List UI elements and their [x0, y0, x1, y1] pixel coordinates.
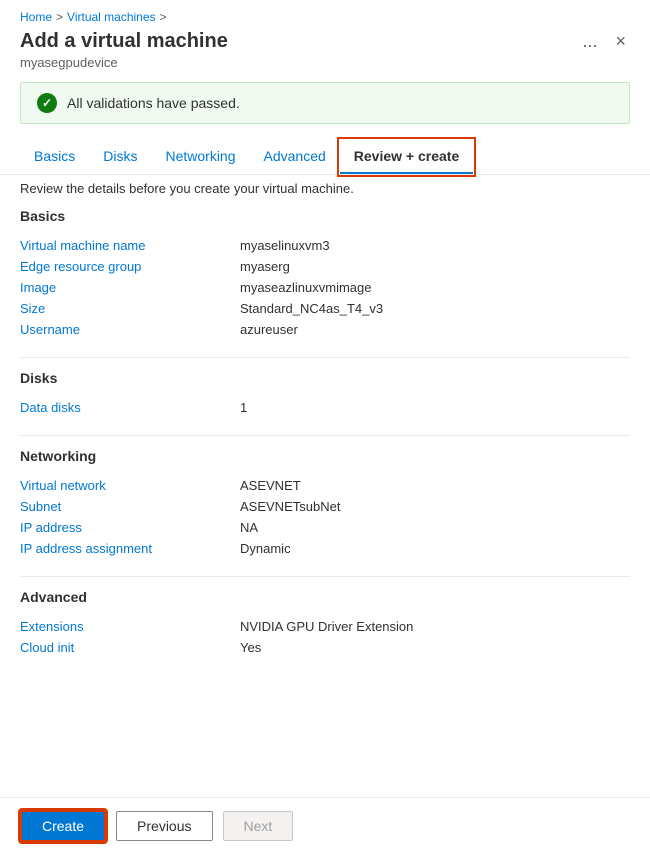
field-label-cloud-init: Cloud init	[20, 640, 240, 655]
field-value-size: Standard_NC4as_T4_v3	[240, 301, 383, 316]
field-value-virtual-network: ASEVNET	[240, 478, 301, 493]
validation-message: All validations have passed.	[67, 95, 240, 111]
tab-review-create[interactable]: Review + create	[340, 140, 473, 174]
field-label-image: Image	[20, 280, 240, 295]
field-size: Size Standard_NC4as_T4_v3	[20, 301, 630, 316]
field-label-username: Username	[20, 322, 240, 337]
close-button[interactable]: ×	[611, 31, 630, 52]
field-value-ip-assignment: Dynamic	[240, 541, 291, 556]
field-data-disks: Data disks 1	[20, 400, 630, 415]
field-value-cloud-init: Yes	[240, 640, 261, 655]
field-resource-group: Edge resource group myaserg	[20, 259, 630, 274]
breadcrumb-vms[interactable]: Virtual machines	[67, 10, 156, 24]
tab-basics[interactable]: Basics	[20, 140, 89, 174]
field-value-username: azureuser	[240, 322, 298, 337]
field-label-ip-address: IP address	[20, 520, 240, 535]
field-ip-assignment: IP address assignment Dynamic	[20, 541, 630, 556]
field-value-resource-group: myaserg	[240, 259, 290, 274]
breadcrumb: Home > Virtual machines >	[20, 10, 630, 24]
advanced-section-title: Advanced	[20, 589, 630, 609]
field-label-extensions: Extensions	[20, 619, 240, 634]
tab-bar: Basics Disks Networking Advanced Review …	[0, 140, 650, 175]
field-label-resource-group: Edge resource group	[20, 259, 240, 274]
field-virtual-network: Virtual network ASEVNET	[20, 478, 630, 493]
field-value-subnet: ASEVNETsubNet	[240, 499, 340, 514]
field-label-virtual-network: Virtual network	[20, 478, 240, 493]
divider-2	[20, 435, 630, 436]
footer: Create Previous Next	[0, 797, 650, 854]
field-image: Image myaseazlinuxvmimage	[20, 280, 630, 295]
breadcrumb-sep-2: >	[160, 10, 167, 24]
next-button: Next	[223, 811, 294, 841]
main-content: Basics Virtual machine name myaselinuxvm…	[0, 208, 650, 797]
page-subtitle: myasegpudevice	[20, 55, 630, 70]
field-label-ip-assignment: IP address assignment	[20, 541, 240, 556]
more-options-button[interactable]: ...	[578, 31, 601, 52]
tab-networking[interactable]: Networking	[151, 140, 249, 174]
field-label-data-disks: Data disks	[20, 400, 240, 415]
breadcrumb-sep-1: >	[56, 10, 63, 24]
advanced-section: Advanced Extensions NVIDIA GPU Driver Ex…	[20, 589, 630, 655]
field-cloud-init: Cloud init Yes	[20, 640, 630, 655]
field-value-vm-name: myaselinuxvm3	[240, 238, 330, 253]
validation-success-icon	[37, 93, 57, 113]
field-value-data-disks: 1	[240, 400, 247, 415]
field-subnet: Subnet ASEVNETsubNet	[20, 499, 630, 514]
field-ip-address: IP address NA	[20, 520, 630, 535]
field-label-subnet: Subnet	[20, 499, 240, 514]
field-vm-name: Virtual machine name myaselinuxvm3	[20, 238, 630, 253]
create-button[interactable]: Create	[20, 810, 106, 842]
tab-disks[interactable]: Disks	[89, 140, 151, 174]
tab-description: Review the details before you create you…	[0, 181, 650, 208]
validation-banner: All validations have passed.	[20, 82, 630, 124]
divider-1	[20, 357, 630, 358]
basics-section-title: Basics	[20, 208, 630, 228]
disks-section: Disks Data disks 1	[20, 370, 630, 415]
previous-button[interactable]: Previous	[116, 811, 212, 841]
networking-section: Networking Virtual network ASEVNET Subne…	[20, 448, 630, 556]
page-title: Add a virtual machine	[20, 30, 228, 53]
field-value-extensions: NVIDIA GPU Driver Extension	[240, 619, 413, 634]
divider-3	[20, 576, 630, 577]
tab-advanced[interactable]: Advanced	[250, 140, 340, 174]
networking-section-title: Networking	[20, 448, 630, 468]
field-extensions: Extensions NVIDIA GPU Driver Extension	[20, 619, 630, 634]
breadcrumb-home[interactable]: Home	[20, 10, 52, 24]
field-username: Username azureuser	[20, 322, 630, 337]
field-label-vm-name: Virtual machine name	[20, 238, 240, 253]
field-label-size: Size	[20, 301, 240, 316]
field-value-ip-address: NA	[240, 520, 258, 535]
disks-section-title: Disks	[20, 370, 630, 390]
field-value-image: myaseazlinuxvmimage	[240, 280, 372, 295]
basics-section: Basics Virtual machine name myaselinuxvm…	[20, 208, 630, 337]
